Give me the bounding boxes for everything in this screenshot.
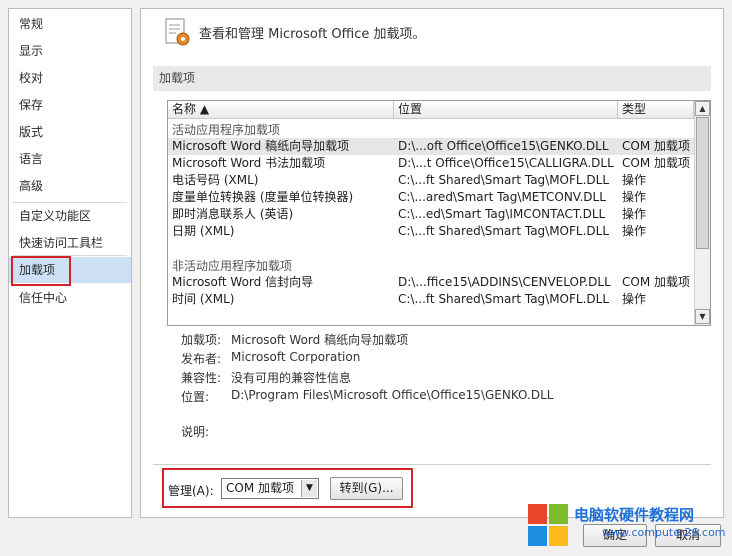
scroll-up-icon[interactable]: ▲: [695, 101, 710, 116]
table-row[interactable]: 电话号码 (XML) C:\...ft Shared\Smart Tag\MOF…: [168, 172, 694, 189]
options-nav: 常规 显示 校对 保存 版式 语言 高级 自定义功能区 快速访问工具栏 加载项 …: [8, 8, 132, 518]
windows-logo-icon: [528, 504, 568, 546]
addin-location: D:\...t Office\Office15\CALLIGRA.DLL: [398, 156, 614, 170]
addin-location: D:\...ffice15\ADDINS\CENVELOP.DLL: [398, 275, 611, 289]
chevron-down-icon[interactable]: ▼: [301, 480, 317, 497]
table-row[interactable]: 即时消息联系人 (英语) C:\...ed\Smart Tag\IMCONTAC…: [168, 206, 694, 223]
table-row[interactable]: 度量单位转换器 (度量单位转换器) C:\...ared\Smart Tag\M…: [168, 189, 694, 206]
addin-location: C:\...ft Shared\Smart Tag\MOFL.DLL: [398, 292, 610, 306]
manage-dropdown-value: COM 加载项: [226, 481, 294, 495]
addin-type: 操作: [622, 207, 647, 221]
section-title: 加载项: [153, 66, 711, 91]
detail-location-value: D:\Program Files\Microsoft Office\Office…: [231, 388, 554, 402]
nav-item-layout[interactable]: 版式: [9, 119, 131, 145]
nav-item-language[interactable]: 语言: [9, 146, 131, 172]
addin-name: Microsoft Word 稿纸向导加载项: [172, 139, 350, 153]
group-header-inactive: 非活动应用程序加载项: [172, 259, 293, 273]
manage-dropdown[interactable]: COM 加载项 ▼: [221, 478, 319, 499]
detail-addin-value: Microsoft Word 稿纸向导加载项: [231, 333, 409, 347]
nav-item-advanced[interactable]: 高级: [9, 173, 131, 199]
addin-location: D:\...oft Office\Office15\GENKO.DLL: [398, 139, 609, 153]
detail-publisher-value: Microsoft Corporation: [231, 350, 361, 364]
addin-name: Microsoft Word 信封向导: [172, 275, 314, 289]
column-header-type[interactable]: 类型: [618, 101, 694, 119]
detail-compat-value: 没有可用的兼容性信息: [231, 371, 352, 385]
page-title: 查看和管理 Microsoft Office 加载项。: [199, 27, 426, 42]
nav-item-display[interactable]: 显示: [9, 38, 131, 64]
scroll-down-icon[interactable]: ▼: [695, 309, 710, 324]
divider: [153, 464, 711, 465]
highlight-box: [11, 256, 71, 286]
table-row[interactable]: 日期 (XML) C:\...ft Shared\Smart Tag\MOFL.…: [168, 223, 694, 240]
nav-item-customize-ribbon[interactable]: 自定义功能区: [9, 203, 131, 229]
detail-location-label: 位置:: [181, 390, 210, 404]
addin-location: C:\...ft Shared\Smart Tag\MOFL.DLL: [398, 224, 610, 238]
nav-item-general[interactable]: 常规: [9, 11, 131, 37]
group-header-active: 活动应用程序加载项: [172, 123, 281, 137]
table-row[interactable]: 时间 (XML) C:\...ft Shared\Smart Tag\MOFL.…: [168, 291, 694, 308]
addin-type: COM 加载项: [622, 156, 690, 170]
column-header-name[interactable]: 名称 ▲: [168, 101, 394, 119]
detail-compat-label: 兼容性:: [181, 371, 222, 385]
manage-label: 管理(A):: [168, 484, 214, 498]
list-scrollbar[interactable]: ▲ ▼: [694, 101, 710, 325]
addin-type: 操作: [622, 173, 647, 187]
detail-publisher-label: 发布者:: [181, 352, 222, 366]
addin-location: C:\...ft Shared\Smart Tag\MOFL.DLL: [398, 173, 610, 187]
addin-type: 操作: [622, 292, 647, 306]
nav-item-trust-center[interactable]: 信任中心: [9, 285, 131, 311]
go-button[interactable]: 转到(G)...: [330, 477, 403, 500]
addin-location: C:\...ared\Smart Tag\METCONV.DLL: [398, 190, 606, 204]
addin-name: 电话号码 (XML): [172, 173, 259, 187]
addins-gear-icon: [165, 18, 190, 46]
detail-addin-label: 加载项:: [181, 333, 222, 347]
addin-type: COM 加载项: [622, 139, 690, 153]
watermark: 电脑软硬件教程网 www.computer26.com: [522, 500, 728, 552]
addin-type: 操作: [622, 224, 647, 238]
detail-description-label: 说明:: [181, 425, 210, 439]
addin-name: Microsoft Word 书法加载项: [172, 156, 326, 170]
addin-name: 度量单位转换器 (度量单位转换器): [172, 190, 354, 204]
column-header-location[interactable]: 位置: [394, 101, 618, 119]
addin-location: C:\...ed\Smart Tag\IMCONTACT.DLL: [398, 207, 606, 221]
table-row[interactable]: Microsoft Word 书法加载项 D:\...t Office\Offi…: [168, 155, 694, 172]
nav-item-quick-access-toolbar[interactable]: 快速访问工具栏: [9, 230, 131, 256]
table-row[interactable]: Microsoft Word 稿纸向导加载项 D:\...oft Office\…: [168, 138, 694, 155]
nav-item-save[interactable]: 保存: [9, 92, 131, 118]
addin-type: COM 加载项: [622, 275, 690, 289]
addin-name: 日期 (XML): [172, 224, 235, 238]
addins-list[interactable]: 名称 ▲ 位置 类型 活动应用程序加载项 Microsoft Word 稿纸向导…: [167, 100, 711, 326]
scroll-thumb[interactable]: [696, 117, 709, 249]
watermark-url: www.computer26.com: [602, 526, 726, 539]
addin-name: 即时消息联系人 (英语): [172, 207, 294, 221]
addins-panel: 查看和管理 Microsoft Office 加载项。 加载项 名称 ▲ 位置 …: [140, 8, 724, 518]
watermark-text: 电脑软硬件教程网: [574, 506, 695, 524]
table-row[interactable]: Microsoft Word 信封向导 D:\...ffice15\ADDINS…: [168, 274, 694, 291]
nav-item-proofing[interactable]: 校对: [9, 65, 131, 91]
addin-type: 操作: [622, 190, 647, 204]
addin-name: 时间 (XML): [172, 292, 235, 306]
